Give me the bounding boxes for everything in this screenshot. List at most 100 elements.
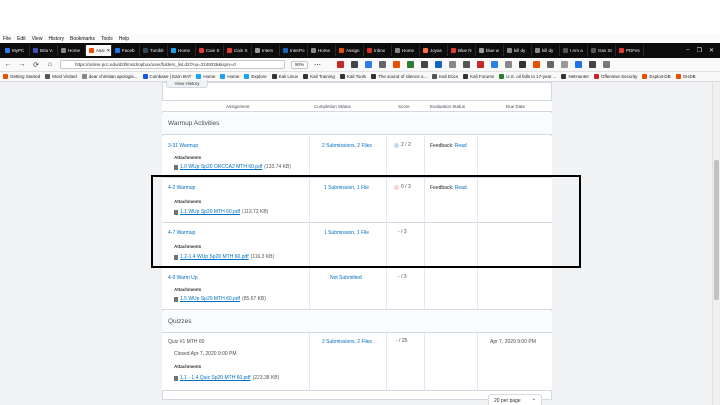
extension-icon[interactable] — [463, 61, 471, 68]
browser-tab[interactable]: PDFes — [616, 45, 644, 56]
browser-tab[interactable]: Gas St — [588, 45, 616, 56]
bookmark-item[interactable]: Coinbase | Earn BAT — [142, 74, 191, 79]
browser-tab[interactable]: MyPC — [2, 45, 30, 56]
reload-icon[interactable]: ⟳ — [32, 61, 40, 69]
menu-help[interactable]: Help — [119, 36, 129, 42]
browser-tab[interactable]: Inbox — [364, 45, 392, 56]
tab-close-icon[interactable]: ✕ — [107, 48, 111, 54]
extension-icon[interactable] — [589, 61, 597, 68]
extension-icon[interactable] — [421, 61, 429, 68]
bookmark-item[interactable]: Offensive Security — [593, 74, 637, 79]
bookmark-item[interactable]: Most Visited — [45, 74, 77, 79]
bookmark-favicon-icon — [675, 74, 681, 79]
extension-icon[interactable] — [519, 61, 527, 68]
extension-icon[interactable] — [491, 61, 499, 68]
bookmark-item[interactable]: dear christian apologis... — [81, 74, 138, 79]
hamburger-menu-icon[interactable] — [603, 61, 611, 68]
bookmark-item[interactable]: Explore — [244, 74, 267, 79]
browser-tab[interactable]: I Am a — [560, 45, 588, 56]
browser-tab[interactable]: Home — [58, 45, 86, 56]
browser-tab[interactable]: Interv — [252, 45, 280, 56]
home-icon[interactable]: ⌂ — [46, 61, 54, 68]
view-history-button[interactable]: View History — [166, 80, 208, 88]
bookmark-item[interactable]: Home — [220, 74, 239, 79]
extension-icon[interactable] — [379, 61, 387, 68]
page-actions-icon[interactable]: ⋯ — [314, 61, 321, 69]
browser-tab[interactable]: Tumblr — [140, 45, 168, 56]
bookmark-item[interactable]: Kali Training — [303, 74, 335, 79]
menu-history[interactable]: History — [48, 36, 64, 42]
extension-icon[interactable] — [505, 61, 513, 68]
browser-tab[interactable]: Cain S — [224, 45, 252, 56]
extension-icon[interactable] — [435, 61, 443, 68]
browser-tab[interactable]: Bria V. — [30, 45, 58, 56]
menu-view[interactable]: View — [32, 36, 43, 42]
bookmark-item[interactable]: Kali Docs — [432, 74, 458, 79]
back-icon[interactable]: ← — [4, 61, 12, 68]
extension-icon[interactable] — [547, 61, 555, 68]
browser-tab[interactable]: Home — [168, 45, 196, 56]
bookmark-item[interactable]: NetHunter — [561, 74, 589, 79]
extension-icon[interactable] — [533, 61, 541, 68]
browser-tab[interactable]: Faceb — [112, 45, 140, 56]
tab-label: Home — [178, 48, 191, 53]
bookmark-item[interactable]: The sound of silence o... — [371, 74, 427, 79]
attachment-link[interactable]: 1.0 WUp Sp20 ORCCA2 MTH 60.pdf — [180, 164, 262, 170]
extension-icon[interactable] — [365, 61, 373, 68]
browser-tab[interactable]: Blue N — [448, 45, 476, 56]
menu-bookmarks[interactable]: Bookmarks — [70, 36, 95, 42]
feedback-read-link[interactable]: Read — [455, 143, 467, 149]
bookmark-label: U.S. oil falls to 17-year ... — [506, 74, 557, 79]
bookmark-item[interactable]: U.S. oil falls to 17-year ... — [499, 74, 556, 79]
tab-label: Cain S — [206, 48, 220, 53]
extension-icon[interactable] — [575, 61, 583, 68]
bookmark-item[interactable]: Getting Started — [3, 74, 40, 79]
bookmark-item[interactable]: GHDB — [675, 74, 696, 79]
completion-link[interactable]: 2 Submissions, 2 Files — [322, 143, 372, 149]
bookmark-item[interactable]: Home — [196, 74, 215, 79]
browser-tab[interactable]: Joyas — [420, 45, 448, 56]
completion-link[interactable]: 2 Submissions, 2 Files — [322, 339, 372, 345]
extension-icon[interactable] — [449, 61, 457, 68]
extension-icon[interactable] — [393, 61, 401, 68]
attachments-label: Attachments — [174, 287, 202, 292]
restore-icon[interactable]: ❐ — [697, 47, 702, 54]
extension-icon[interactable] — [561, 61, 569, 68]
menu-edit[interactable]: Edit — [17, 36, 26, 42]
bookmark-item[interactable]: Kali Tools — [339, 74, 366, 79]
extension-icon[interactable] — [351, 61, 359, 68]
browser-tab[interactable]: blue w — [476, 45, 504, 56]
bookmark-item[interactable]: Kali Forums — [463, 74, 494, 79]
browser-tab[interactable]: Cain S — [196, 45, 224, 56]
completion-link[interactable]: Not Submitted — [330, 275, 362, 281]
page-size-select[interactable]: 20 per page ⌄ — [488, 394, 542, 405]
extension-icon[interactable] — [407, 61, 415, 68]
browser-tab[interactable]: Home — [308, 45, 336, 56]
shield-icon[interactable] — [337, 61, 345, 68]
forward-icon[interactable]: → — [18, 61, 26, 68]
close-icon[interactable]: ✕ — [709, 47, 714, 54]
menu-file[interactable]: File — [3, 36, 11, 42]
window-controls: – ❐ ✕ — [686, 47, 720, 54]
bookmark-item[interactable]: Kali Linux — [271, 74, 298, 79]
browser-tab[interactable]: kill dy — [504, 45, 532, 56]
browser-tab[interactable]: kill dy — [532, 45, 560, 56]
browser-tab[interactable]: Assi ✕ — [86, 45, 112, 56]
url-bar[interactable]: https://online.pcc.edu/d2l/lms/dropbox/u… — [60, 60, 285, 69]
browser-tab[interactable]: Assign — [336, 45, 364, 56]
browser-tab[interactable]: Home — [392, 45, 420, 56]
due-date: Apr 7, 2020 9:00 PM — [490, 339, 536, 345]
assignment-link[interactable]: 3-31 Warmup — [168, 143, 198, 149]
minimize-icon[interactable]: – — [686, 47, 689, 54]
bookmark-favicon-icon — [561, 74, 567, 79]
menu-tools[interactable]: Tools — [101, 36, 113, 42]
browser-tab[interactable]: InterPo — [280, 45, 308, 56]
tab-label: Cain S — [234, 48, 248, 53]
attachment-link[interactable]: 1.5 WUp Sp20 MTH 60.pdf — [180, 296, 240, 302]
zoom-level[interactable]: 90% — [291, 60, 309, 69]
extension-icon[interactable] — [477, 61, 485, 68]
assignment-link[interactable]: 4-9 Warm Up — [168, 275, 198, 281]
bookmark-item[interactable]: Exploit-DB — [642, 74, 671, 79]
scrollbar-thumb[interactable] — [714, 160, 719, 300]
attachment-link[interactable]: 1.1 - 1.4 Quiz Sp20 MTH 60.pdf — [180, 375, 251, 381]
